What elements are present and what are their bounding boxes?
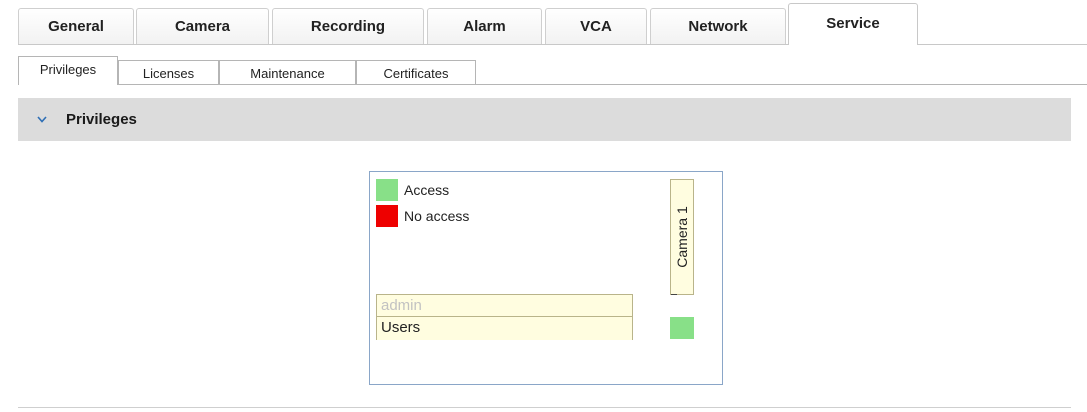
access-swatch (376, 179, 398, 201)
users-header: Users (381, 319, 421, 336)
tab-service[interactable]: Service (788, 3, 918, 45)
legend-item-no-access: No access (376, 205, 469, 227)
subtab-maintenance[interactable]: Maintenance (219, 60, 356, 85)
column-tick (671, 294, 677, 295)
subtab-licenses[interactable]: Licenses (118, 60, 219, 85)
main-tab-bar: General Camera Recording Alarm VCA Netwo… (0, 0, 1087, 45)
tab-recording[interactable]: Recording (272, 8, 424, 44)
subtab-privileges[interactable]: Privileges (18, 56, 118, 85)
legend-item-access: Access (376, 179, 449, 201)
no-access-swatch (376, 205, 398, 227)
chevron-down-icon (36, 116, 48, 123)
tab-alarm[interactable]: Alarm (427, 8, 542, 44)
tab-bar-baseline (18, 44, 1087, 45)
sub-tab-bar: Privileges Licenses Maintenance Certific… (0, 54, 1087, 86)
section-title: Privileges (66, 111, 137, 128)
camera-column-header[interactable]: Camera 1 (670, 179, 694, 295)
user-row-admin[interactable]: admin (377, 295, 632, 317)
subtab-certificates[interactable]: Certificates (356, 60, 476, 85)
privilege-cell-admin-camera1[interactable] (670, 317, 694, 339)
privileges-matrix: Access No access admin Users Camera 1 (369, 171, 723, 385)
camera-label: Camera 1 (674, 206, 690, 268)
tab-network[interactable]: Network (650, 8, 786, 44)
legend-label: No access (404, 208, 470, 224)
tab-general[interactable]: General (18, 8, 134, 44)
section-divider (18, 407, 1071, 408)
tab-camera[interactable]: Camera (136, 8, 269, 44)
tab-vca[interactable]: VCA (545, 8, 647, 44)
sub-tab-baseline (18, 84, 1087, 85)
legend-label: Access (404, 182, 450, 198)
privileges-section-header[interactable]: Privileges (18, 98, 1071, 141)
users-list: admin Users (376, 294, 633, 340)
